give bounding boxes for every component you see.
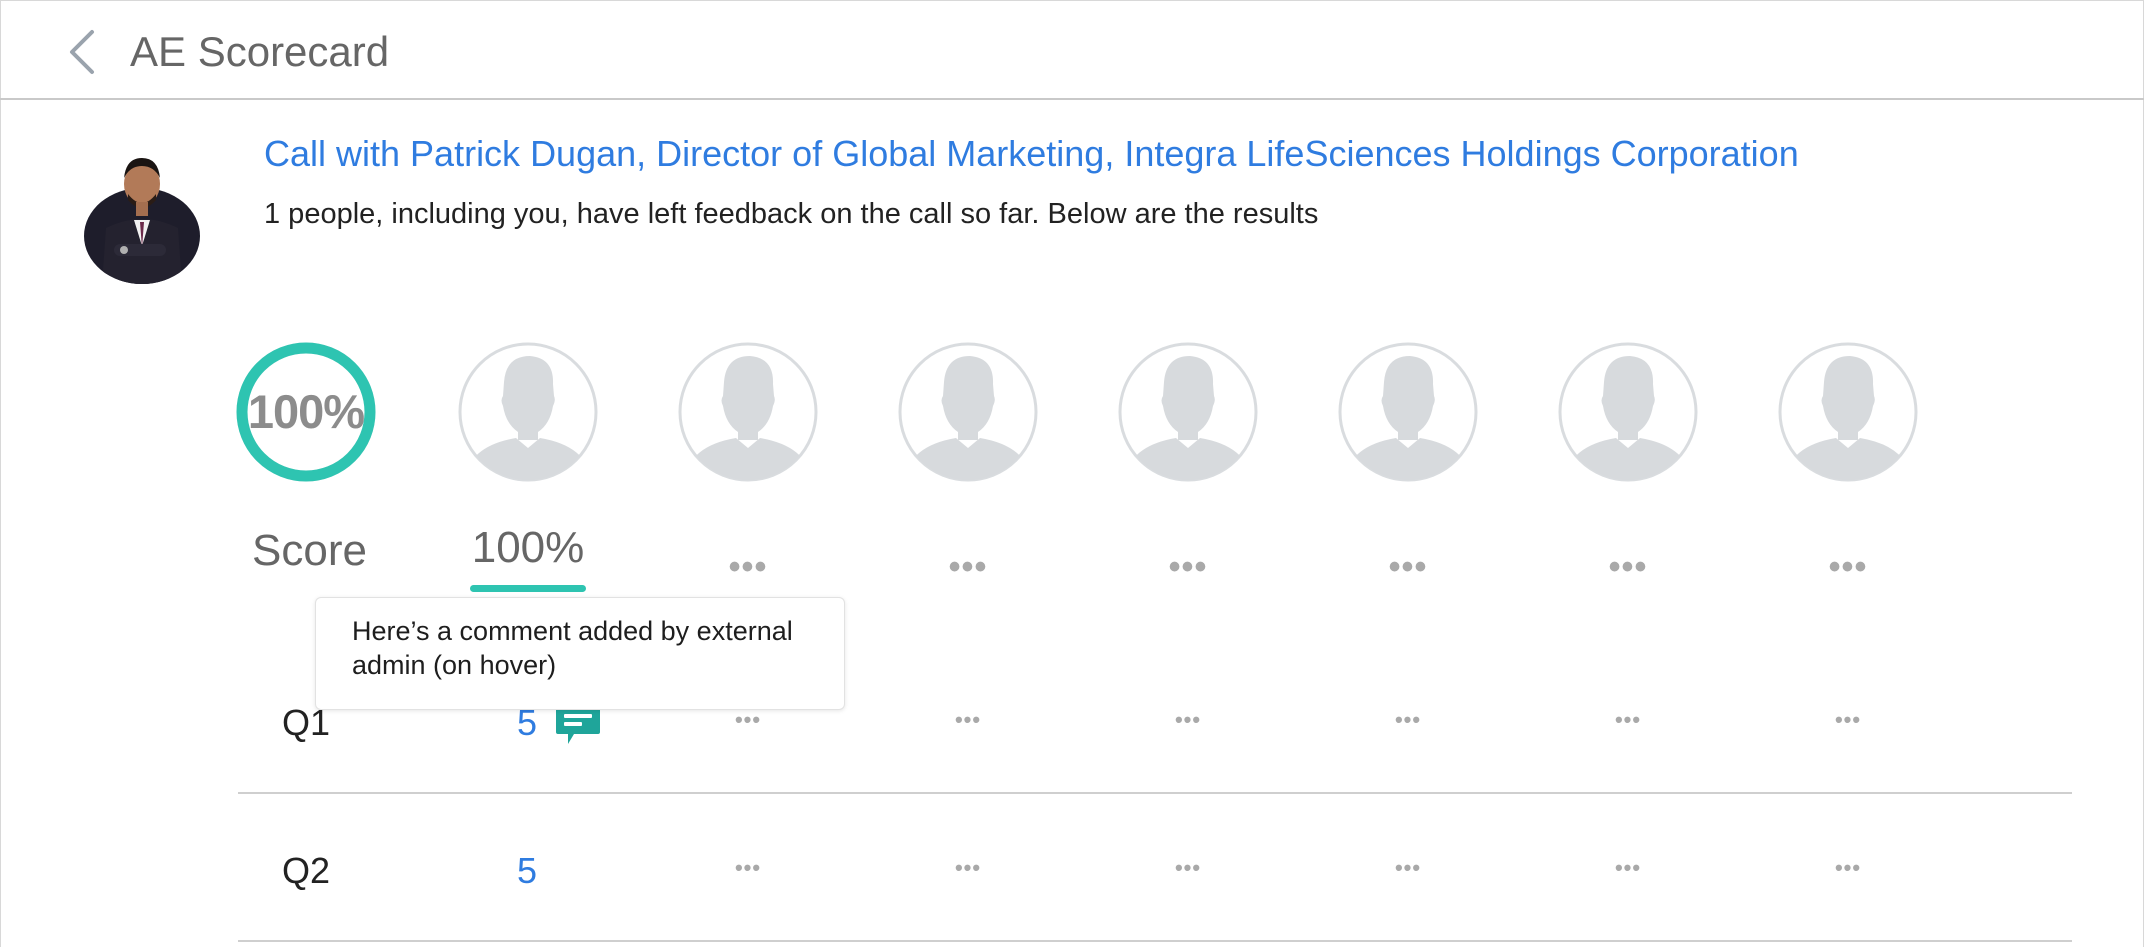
row-divider — [238, 940, 2072, 942]
q2-score-1[interactable]: 5 — [458, 848, 596, 894]
q1-score-6: ••• — [1614, 707, 1642, 732]
q2-score-2: ••• — [734, 855, 762, 880]
q1-score-5: ••• — [1394, 707, 1422, 732]
comment-tooltip: Here’s a comment added by external admin… — [315, 597, 845, 710]
tooltip-text: Here’s a comment added by external admin… — [352, 616, 793, 680]
reviewer-avatar-1[interactable] — [458, 342, 598, 482]
score-label: Score — [252, 526, 367, 575]
reviewer-avatar-7[interactable] — [1778, 342, 1918, 482]
overall-score-value: 100% — [247, 385, 365, 438]
header-bar: AE Scorecard — [0, 0, 2144, 100]
q1-score-4: ••• — [1174, 707, 1202, 732]
selected-reviewer-underline — [470, 585, 586, 592]
reviewer-avatar-5[interactable] — [1338, 342, 1478, 482]
page-title: AE Scorecard — [130, 28, 390, 75]
reviewer-score-7: ••• — [1828, 548, 1868, 586]
reviewer-avatar-2[interactable] — [678, 342, 818, 482]
q2-score-5: ••• — [1394, 855, 1422, 880]
q2-score-7: ••• — [1834, 855, 1862, 880]
q2-score-6: ••• — [1614, 855, 1642, 880]
reviewer-avatar-3[interactable] — [898, 342, 1038, 482]
chevron-left-icon[interactable] — [62, 28, 102, 76]
reviewer-score-2: ••• — [728, 548, 768, 586]
q2-score-4: ••• — [1174, 855, 1202, 880]
question-label-q2: Q2 — [282, 850, 331, 891]
q1-score-7: ••• — [1834, 707, 1862, 732]
reviewer-score-4: ••• — [1168, 548, 1208, 586]
q2-score-3: ••• — [954, 855, 982, 880]
feedback-summary: 1 people, including you, have left feedb… — [264, 198, 1319, 230]
q1-score-3: ••• — [954, 707, 982, 732]
q1-score-2: ••• — [734, 707, 762, 732]
reviewer-score-3: ••• — [948, 548, 988, 586]
reviewer-avatar-4[interactable] — [1118, 342, 1258, 482]
reviewer-score-1[interactable]: 100% — [458, 520, 598, 576]
row-divider — [238, 792, 2072, 794]
call-title-link[interactable]: Call with Patrick Dugan, Director of Glo… — [264, 130, 1799, 178]
reviewer-avatar-6[interactable] — [1558, 342, 1698, 482]
reviewer-score-6: ••• — [1608, 548, 1648, 586]
reviewer-score-5: ••• — [1388, 548, 1428, 586]
user-avatar — [84, 158, 200, 284]
